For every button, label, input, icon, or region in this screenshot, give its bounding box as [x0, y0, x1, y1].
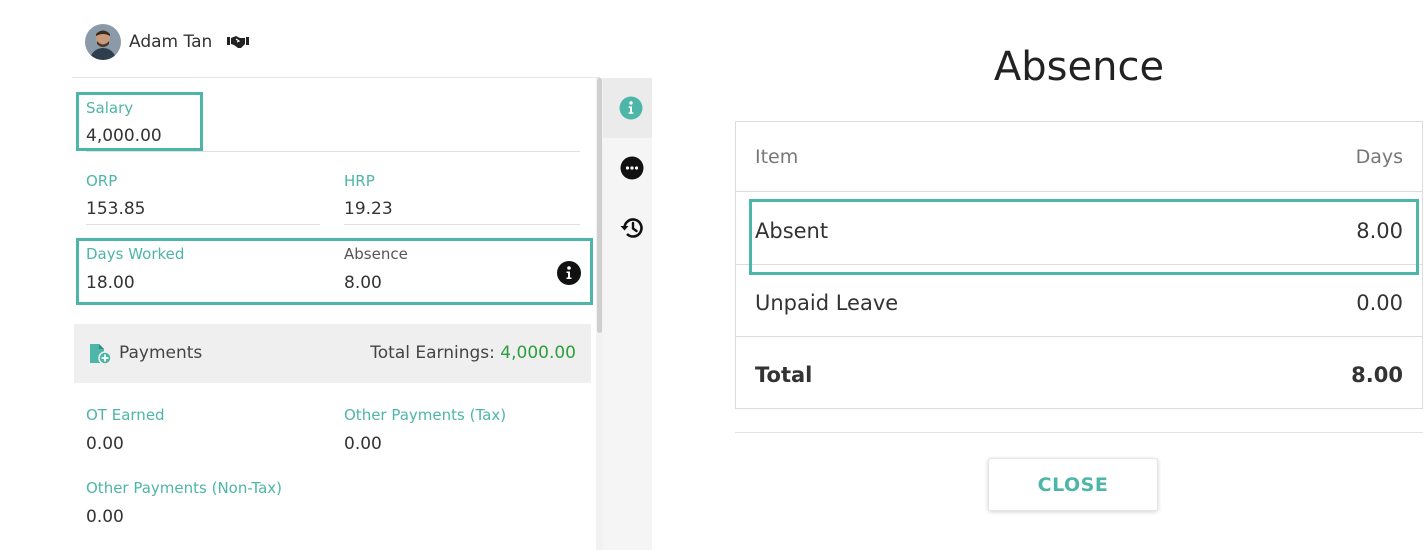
salary-highlight: [76, 92, 203, 151]
absent-row-highlight: [749, 199, 1419, 275]
other-payments-non-tax-label: Other Payments (Non-Tax): [86, 479, 283, 497]
row-unpaid-leave-days: 0.00: [1356, 291, 1403, 315]
row-total-item: Total: [755, 363, 813, 387]
payment-add-icon: [90, 344, 112, 365]
other-payments-non-tax-value: 0.00: [86, 507, 124, 527]
other-payments-tax-label: Other Payments (Tax): [344, 406, 507, 424]
total-earnings-value: 4,000.00: [500, 343, 576, 363]
column-header-days: Days: [1355, 146, 1403, 168]
info-icon[interactable]: [619, 96, 643, 120]
history-icon[interactable]: [619, 215, 645, 241]
header-row-divider: [736, 191, 1422, 192]
ot-earned-value: 0.00: [86, 434, 124, 454]
payments-label: Payments: [119, 343, 203, 363]
user-name: Adam Tan: [129, 32, 213, 52]
hrp-label: HRP: [344, 172, 375, 190]
ot-earned-label: OT Earned: [86, 406, 165, 424]
scrollbar-thumb[interactable]: [597, 78, 602, 333]
total-earnings: Total Earnings: 4,000.00: [370, 343, 576, 363]
avatar: [85, 24, 121, 60]
user-header: Adam Tan: [85, 24, 250, 60]
total-earnings-label: Total Earnings:: [370, 343, 501, 363]
hrp-underline: [344, 224, 580, 225]
close-button[interactable]: CLOSE: [988, 458, 1158, 511]
other-payments-tax-value: 0.00: [344, 434, 382, 454]
dialog-actions-divider: [735, 432, 1423, 433]
handshake-icon: [227, 36, 250, 48]
header-divider: [72, 77, 600, 78]
more-icon[interactable]: [620, 156, 644, 180]
orp-underline: [86, 224, 320, 225]
row-total-days: 8.00: [1351, 363, 1403, 387]
row-unpaid-leave-item: Unpaid Leave: [755, 291, 899, 315]
days-absence-highlight: [76, 238, 593, 305]
salary-underline: [86, 151, 580, 152]
orp-label: ORP: [86, 172, 118, 190]
side-rail: [603, 78, 652, 550]
dialog-title: Absence: [993, 44, 1165, 90]
column-header-item: Item: [755, 146, 799, 168]
orp-value: 153.85: [86, 199, 146, 219]
hrp-value: 19.23: [344, 199, 393, 219]
row-divider: [736, 336, 1422, 337]
